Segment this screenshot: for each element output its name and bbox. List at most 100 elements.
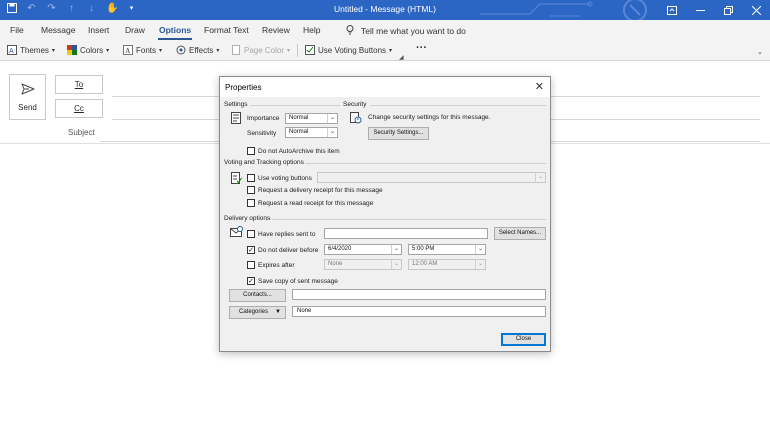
page-color-icon — [231, 45, 241, 55]
categories-input[interactable]: None — [292, 306, 546, 317]
delivery-heading: Delivery options — [224, 215, 271, 222]
redo-icon[interactable]: ↷ — [46, 3, 57, 14]
window-title: Untitled - Message (HTML) — [333, 4, 437, 14]
settings-divider — [250, 105, 340, 106]
expires-date-select[interactable]: None ⌄ — [324, 259, 402, 270]
send-button[interactable]: Send — [9, 74, 46, 120]
effects-icon — [176, 45, 186, 55]
customize-qat-icon[interactable]: ▾ — [126, 3, 137, 14]
delivery-receipt-checkbox[interactable]: Request a delivery receipt for this mess… — [247, 186, 383, 194]
collapse-ribbon-icon[interactable]: ⌄ — [757, 48, 763, 56]
replies-to-input[interactable] — [324, 228, 488, 239]
no-autoarchive-box — [247, 147, 255, 155]
colors-button[interactable]: Colors ▾ — [67, 45, 109, 55]
tab-options[interactable]: Options — [157, 25, 193, 40]
contacts-input[interactable] — [292, 289, 546, 300]
svg-text:A: A — [9, 48, 14, 55]
close-button[interactable]: Close — [501, 333, 546, 346]
voting-buttons-select[interactable]: ⌄ — [317, 172, 546, 183]
categories-label: Categories — [239, 309, 269, 315]
importance-value: Normal — [289, 115, 309, 121]
toolbar-divider — [297, 44, 298, 57]
security-divider — [370, 105, 546, 106]
expires-after-box — [247, 261, 255, 269]
expires-time-select[interactable]: 12:00 AM ⌄ — [408, 259, 486, 270]
deliver-date-select[interactable]: 6/4/2020 ⌄ — [324, 244, 402, 255]
themes-button[interactable]: A Themes ▾ — [7, 45, 55, 55]
tab-file[interactable]: File — [10, 25, 24, 35]
page-color-button[interactable]: Page Color ▾ — [231, 45, 290, 55]
voting-heading: Voting and Tracking options — [224, 159, 304, 166]
themes-label: Themes — [20, 45, 49, 55]
to-button[interactable]: To — [55, 75, 103, 94]
contacts-button[interactable]: Contacts... — [229, 289, 286, 302]
expires-date-value: None — [328, 261, 343, 267]
close-icon[interactable]: ✕ — [535, 80, 544, 93]
security-settings-button[interactable]: Security Settings... — [368, 127, 429, 140]
no-autoarchive-checkbox[interactable]: Do not AutoArchive this item — [247, 147, 340, 155]
sensitivity-value: Normal — [289, 129, 309, 135]
have-replies-box — [247, 230, 255, 238]
title-bar: ↶ ↷ ↑ ↓ ✋ ▾ Untitled - Message (HTML) — [0, 0, 770, 20]
close-window-icon[interactable] — [742, 0, 770, 20]
categories-button[interactable]: Categories ▼ — [229, 306, 286, 319]
use-voting-buttons-label: Use Voting Buttons — [318, 45, 387, 55]
expires-after-checkbox[interactable]: Expires after — [247, 261, 295, 269]
categories-dropdown-icon: ▼ — [275, 309, 281, 315]
use-voting-label: Use voting buttons — [258, 174, 312, 182]
voting-divider — [305, 163, 546, 164]
themes-icon: A — [7, 45, 17, 55]
tab-draw[interactable]: Draw — [125, 25, 145, 35]
delivery-divider — [272, 219, 546, 220]
colors-icon — [67, 45, 77, 55]
touch-mode-icon[interactable]: ✋ — [106, 3, 118, 14]
ribbon-display-options-icon[interactable] — [658, 0, 686, 20]
send-icon — [21, 83, 35, 97]
tab-format-text[interactable]: Format Text — [204, 25, 249, 35]
read-receipt-checkbox[interactable]: Request a read receipt for this message — [247, 199, 373, 207]
tab-help[interactable]: Help — [303, 25, 320, 35]
window-controls — [658, 0, 770, 20]
have-replies-checkbox[interactable]: Have replies sent to — [247, 230, 315, 238]
down-arrow-icon[interactable]: ↓ — [86, 3, 97, 14]
do-not-deliver-label: Do not deliver before — [258, 246, 319, 254]
dialog-title-bar: Properties ✕ — [220, 77, 550, 97]
tab-review[interactable]: Review — [262, 25, 290, 35]
importance-select[interactable]: Normal ⌄ — [285, 113, 338, 124]
subject-label: Subject — [68, 128, 95, 137]
cc-button[interactable]: Cc — [55, 99, 103, 118]
delivery-receipt-label: Request a delivery receipt for this mess… — [258, 186, 383, 194]
quick-access-toolbar: ↶ ↷ ↑ ↓ ✋ ▾ — [6, 3, 137, 14]
tell-me-box[interactable]: Tell me what you want to do — [346, 25, 466, 37]
lightbulb-icon — [346, 25, 354, 37]
svg-text:A: A — [125, 47, 130, 55]
tab-message[interactable]: Message — [41, 25, 76, 35]
deliver-time-select[interactable]: 5:00 PM ⌄ — [408, 244, 486, 255]
select-names-button[interactable]: Select Names... — [494, 227, 546, 240]
use-voting-checkbox[interactable]: Use voting buttons — [247, 174, 312, 182]
do-not-deliver-checkbox[interactable]: ✓ Do not deliver before — [247, 246, 318, 254]
chevron-down-icon: ⌄ — [327, 114, 337, 123]
up-arrow-icon[interactable]: ↑ — [66, 3, 77, 14]
more-commands-icon[interactable]: ··· — [416, 42, 427, 54]
restore-icon[interactable] — [714, 0, 742, 20]
delivery-envelope-icon — [230, 226, 243, 239]
save-copy-box: ✓ — [247, 277, 255, 285]
save-icon[interactable] — [6, 3, 17, 14]
tab-insert[interactable]: Insert — [88, 25, 109, 35]
dialog-title: Properties — [225, 83, 262, 92]
use-voting-buttons-button[interactable]: Use Voting Buttons ▾ — [305, 45, 392, 55]
fonts-button[interactable]: A Fonts ▾ — [123, 45, 162, 55]
undo-icon[interactable]: ↶ — [26, 3, 37, 14]
sensitivity-select[interactable]: Normal ⌄ — [285, 127, 338, 138]
expires-after-label: Expires after — [258, 261, 295, 269]
colors-dropdown-icon: ▾ — [106, 47, 110, 54]
save-copy-checkbox[interactable]: ✓ Save copy of sent message — [247, 277, 338, 285]
minimize-icon[interactable] — [686, 0, 714, 20]
themes-dropdown-icon: ▾ — [51, 47, 55, 54]
security-heading: Security — [343, 101, 367, 108]
effects-button[interactable]: Effects ▾ — [176, 45, 219, 55]
voting-tracking-icon — [231, 172, 242, 186]
dialog-launcher-icon[interactable]: ◢ — [399, 54, 404, 61]
settings-heading: Settings — [224, 101, 248, 108]
